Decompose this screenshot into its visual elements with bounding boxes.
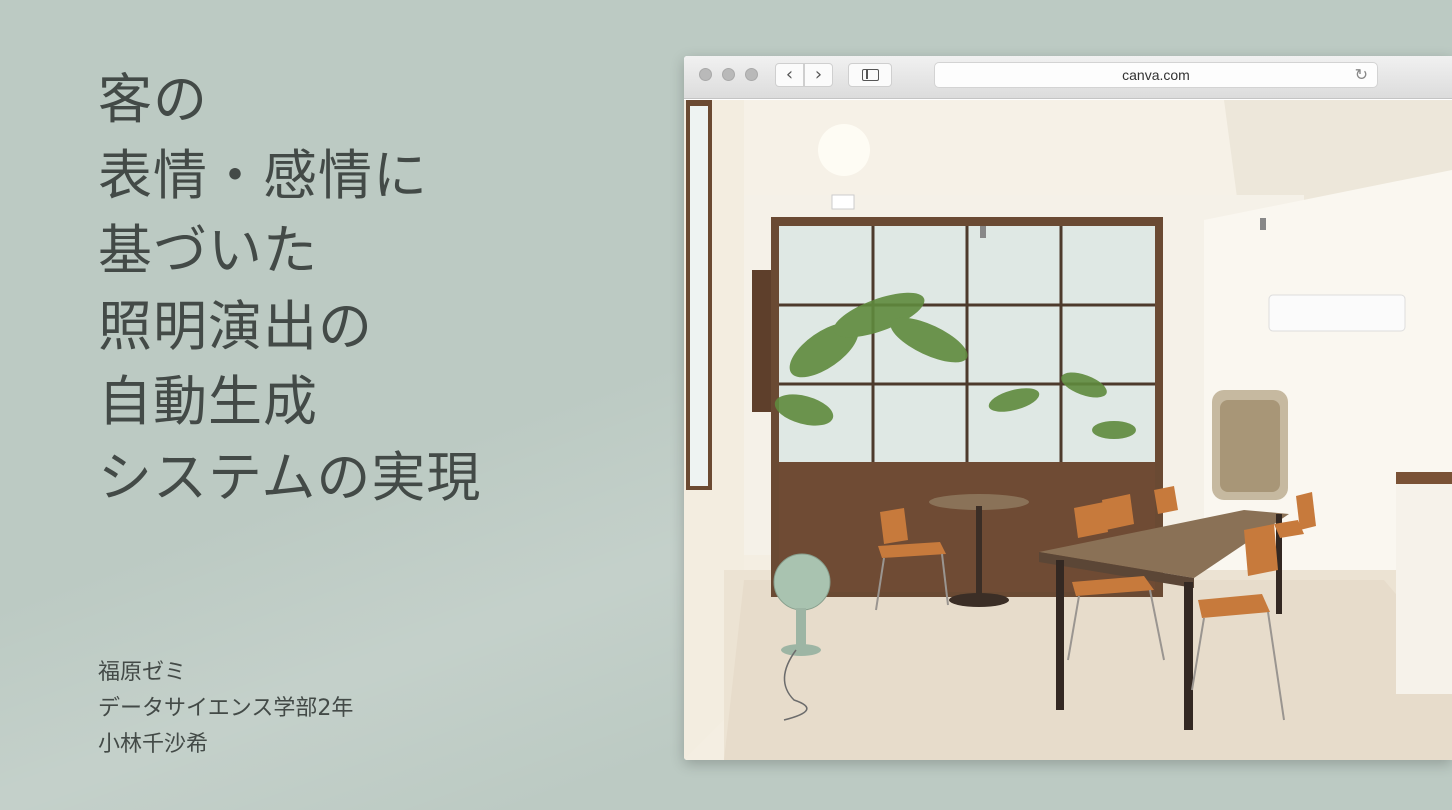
- address-bar[interactable]: canva.com ↻: [934, 62, 1378, 88]
- department: データサイエンス学部2年: [98, 696, 354, 721]
- window-close-dot[interactable]: [699, 68, 712, 81]
- browser-mockup: ‹ › canva.com ↻: [684, 56, 1452, 760]
- title-line-6: システムの実現: [98, 445, 482, 509]
- title-line-5: 自動生成: [98, 370, 318, 433]
- url-text: canva.com: [1122, 67, 1190, 83]
- seminar-name: 福原ゼミ: [98, 660, 187, 685]
- sidebar-toggle-button[interactable]: [848, 63, 892, 87]
- reload-icon[interactable]: ↻: [1355, 64, 1368, 86]
- window-minimize-dot[interactable]: [722, 68, 735, 81]
- slide-title: 客の 表情・感情に 基づいた 照明演出の 自動生成 システムの実現: [98, 62, 481, 515]
- cafe-interior-illustration: [684, 100, 1452, 760]
- slide-subtitle: 福原ゼミ データサイエンス学部2年 小林千沙希: [98, 655, 353, 763]
- title-line-4: 照明演出の: [98, 294, 373, 358]
- sidebar-icon: [862, 69, 879, 81]
- title-line-1: 客の: [98, 68, 208, 131]
- chevron-right-icon[interactable]: ›: [804, 63, 833, 87]
- window-zoom-dot[interactable]: [745, 68, 758, 81]
- browser-toolbar: ‹ › canva.com ↻: [684, 56, 1452, 99]
- title-line-3: 基づいた: [98, 219, 318, 282]
- title-line-2: 表情・感情に: [98, 143, 428, 207]
- cafe-interior-photo: [684, 100, 1452, 760]
- chevron-left-icon[interactable]: ‹: [775, 63, 804, 87]
- author-name: 小林千沙希: [98, 732, 209, 757]
